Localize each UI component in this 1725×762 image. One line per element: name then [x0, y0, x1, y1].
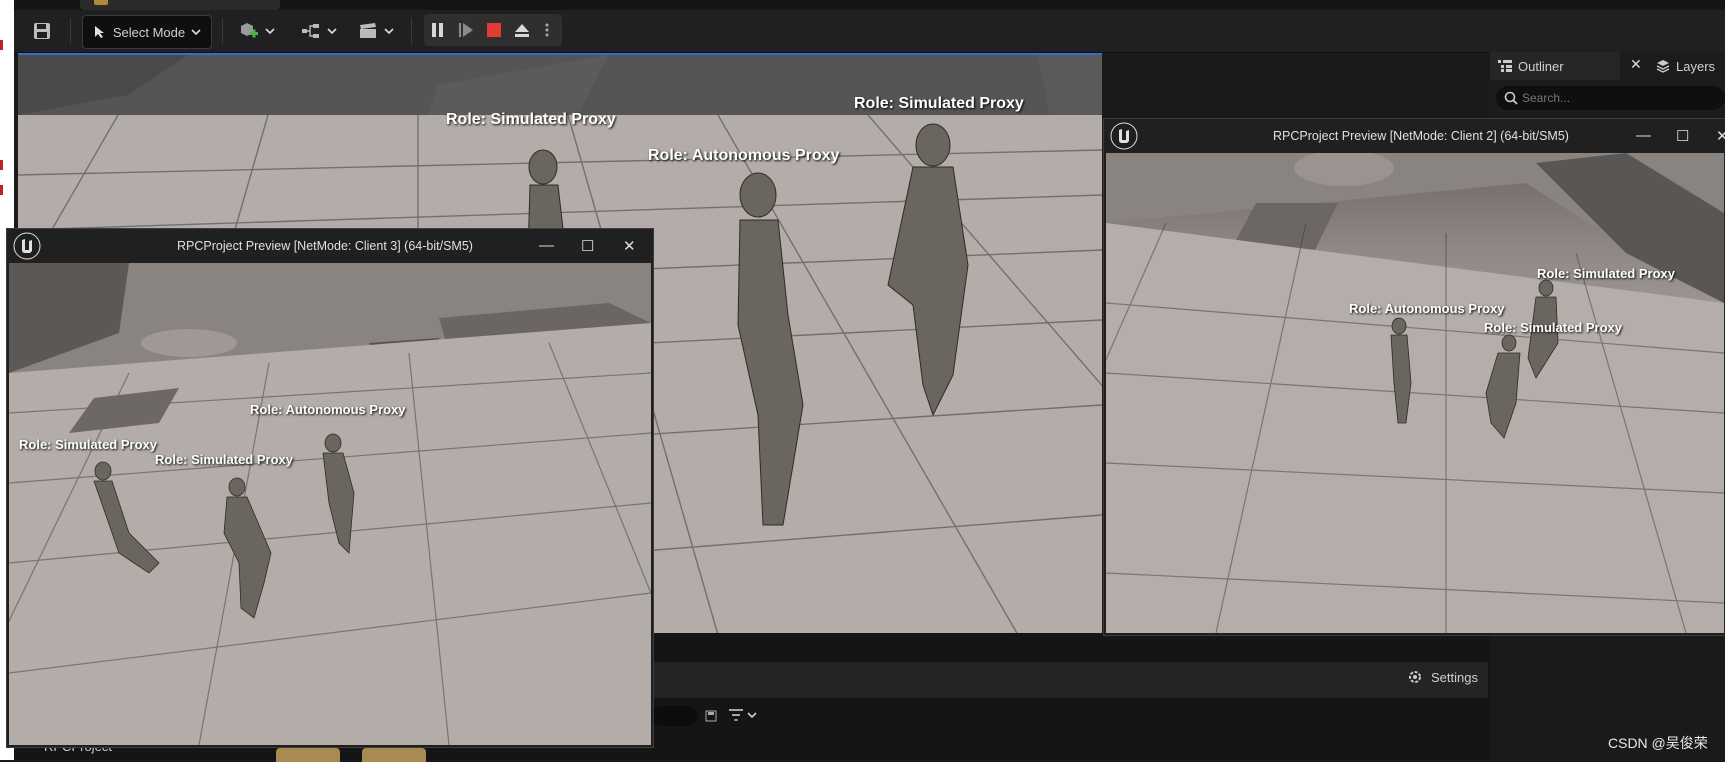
role-label: Role: Autonomous Proxy [250, 402, 406, 417]
settings-label: Settings [1431, 669, 1478, 685]
select-mode-dropdown[interactable]: Select Mode [82, 15, 212, 49]
search-icon [1504, 91, 1518, 105]
outliner-panel: Outliner ✕ Layers Search... [1490, 52, 1725, 124]
pause-icon [432, 23, 443, 37]
close-icon[interactable]: ✕ [1716, 127, 1725, 145]
client2-title-bar[interactable]: RPCProject Preview [NetMode: Client 2] (… [1104, 119, 1725, 153]
unreal-logo-icon [13, 232, 41, 260]
save-search-icon[interactable] [705, 709, 717, 727]
edge-mark [0, 40, 3, 50]
content-browser-bar: Settings [650, 662, 1488, 698]
filter-icon [729, 709, 757, 721]
save-button[interactable] [26, 15, 58, 47]
layers-tab[interactable]: Layers [1648, 52, 1725, 80]
select-mode-label: Select Mode [112, 24, 186, 40]
client2-window-title: RPCProject Preview [NetMode: Client 2] (… [1273, 129, 1569, 143]
pause-button[interactable] [424, 14, 452, 46]
quick-add-button[interactable] [236, 15, 278, 47]
stop-icon [487, 23, 501, 37]
level-tab-icon [94, 0, 108, 5]
eject-icon [515, 24, 529, 37]
content-search-input[interactable] [650, 706, 698, 726]
role-label: Role: Simulated Proxy [19, 437, 157, 452]
cinematics-button[interactable] [351, 15, 401, 47]
toolbar-separator [70, 18, 71, 44]
blueprint-icon [302, 24, 319, 38]
client3-title-bar[interactable]: RPCProject Preview [NetMode: Client 3] (… [7, 229, 653, 263]
client2-viewport[interactable]: Role: Simulated Proxy Role: Autonomous P… [1106, 153, 1724, 633]
chevron-down-icon [327, 28, 337, 35]
minimize-icon[interactable]: — [539, 237, 554, 254]
step-frame-button[interactable] [452, 14, 480, 46]
search-placeholder: Search... [1522, 91, 1571, 105]
chevron-down-icon [384, 28, 394, 35]
role-label: Role: Autonomous Proxy [648, 147, 840, 164]
edge-mark [0, 185, 3, 195]
client3-window-title: RPCProject Preview [NetMode: Client 3] (… [177, 239, 473, 253]
client3-scene [9, 263, 651, 745]
eject-button[interactable] [508, 14, 536, 46]
close-icon[interactable]: ✕ [1630, 56, 1642, 73]
play-options-button[interactable] [536, 14, 558, 46]
minimize-icon[interactable]: — [1636, 127, 1651, 144]
step-icon [459, 23, 473, 37]
watermark: CSDN @吴俊荣 [1608, 735, 1708, 751]
client2-scene [1106, 153, 1724, 633]
play-controls [424, 14, 562, 46]
layers-tab-label: Layers [1676, 58, 1716, 74]
filter-button[interactable] [728, 708, 758, 727]
chevron-down-icon [265, 28, 275, 35]
edge-mark [0, 160, 3, 170]
blueprints-button[interactable] [297, 15, 341, 47]
role-label: Role: Simulated Proxy [1537, 266, 1675, 281]
more-vertical-icon [545, 23, 549, 37]
outliner-icon [1498, 60, 1512, 72]
role-label: Role: Autonomous Proxy [1349, 301, 1505, 316]
toolbar-separator [411, 18, 412, 44]
role-label: Role: Simulated Proxy [446, 111, 616, 128]
role-label: Role: Simulated Proxy [854, 95, 1024, 112]
select-mode-icon [94, 26, 104, 38]
client2-preview-window[interactable]: RPCProject Preview [NetMode: Client 2] (… [1103, 118, 1725, 636]
outliner-search-input[interactable]: Search... [1496, 86, 1725, 110]
outliner-tab-label: Outliner [1518, 58, 1564, 74]
toolbar-separator [222, 18, 223, 44]
settings-button[interactable]: Settings [1407, 669, 1478, 685]
client3-viewport[interactable]: Role: Autonomous Proxy Role: Simulated P… [9, 263, 651, 745]
layers-icon [1656, 60, 1670, 73]
add-actor-icon [241, 23, 258, 38]
maximize-icon[interactable]: ☐ [1676, 127, 1689, 145]
chevron-down-icon [191, 29, 201, 36]
client3-preview-window[interactable]: RPCProject Preview [NetMode: Client 3] (… [6, 228, 654, 748]
unreal-logo-icon [1110, 122, 1138, 150]
save-icon [34, 23, 50, 39]
role-label: Role: Simulated Proxy [1484, 320, 1622, 335]
level-tab[interactable] [80, 0, 280, 10]
role-label: Role: Simulated Proxy [155, 452, 293, 467]
close-icon[interactable]: ✕ [623, 237, 636, 255]
stop-button[interactable] [480, 14, 508, 46]
level-editor-toolbar: Select Mode [14, 10, 1725, 53]
gear-icon [1409, 671, 1421, 683]
outliner-tab[interactable]: Outliner [1490, 52, 1620, 80]
maximize-icon[interactable]: ☐ [581, 237, 594, 255]
clapperboard-icon [360, 23, 376, 38]
